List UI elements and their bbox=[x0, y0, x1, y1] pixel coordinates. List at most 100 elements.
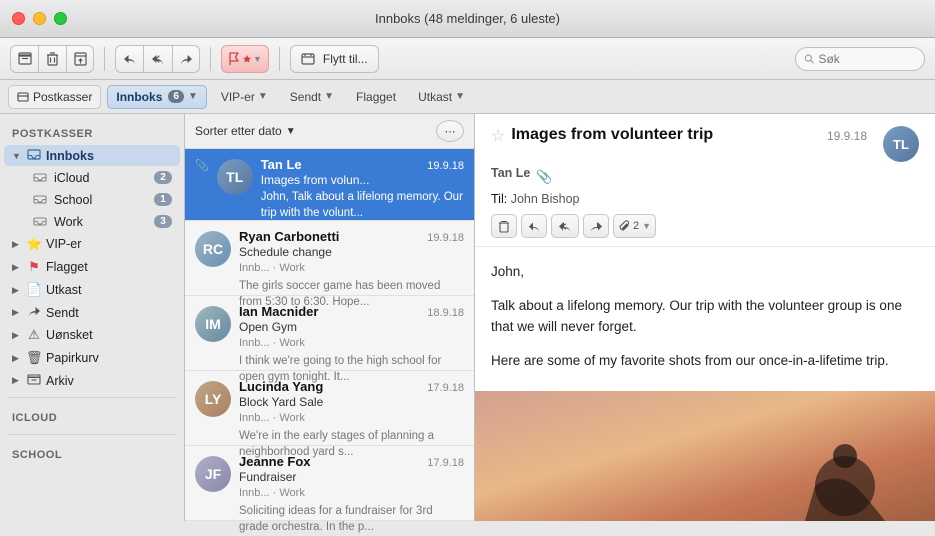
sidebar-item-papirkurv[interactable]: ▶ 🗑 Papirkurv bbox=[4, 347, 180, 369]
reading-trash-button[interactable] bbox=[491, 214, 517, 238]
move-label: Flytt til... bbox=[323, 52, 368, 66]
subject-4: Fundraiser bbox=[239, 470, 464, 484]
archive-button[interactable] bbox=[10, 45, 38, 73]
reading-pane: ☆ Images from volunteer trip 19.9.18 TL … bbox=[475, 114, 935, 521]
filter-button[interactable]: ⋯ bbox=[436, 120, 464, 142]
sidebar-divider2 bbox=[8, 434, 176, 435]
viper-chevron: ▼ bbox=[258, 91, 268, 102]
tab-utkast[interactable]: Utkast ▼ bbox=[410, 86, 473, 108]
mail-item-3[interactable]: LY Lucinda Yang 17.9.18 Block Yard Sale … bbox=[185, 371, 474, 446]
main-area: Postkasser ▼ Innboks iCloud 2 School 1 bbox=[0, 114, 935, 521]
toolbar: ▼ Flytt til... bbox=[0, 38, 935, 80]
mail-content-4: Jeanne Fox 17.9.18 Fundraiser Innb... · … bbox=[239, 454, 464, 512]
forward-button[interactable] bbox=[172, 45, 200, 73]
utkast-label: Utkast bbox=[46, 283, 172, 297]
subject-2: Open Gym bbox=[239, 320, 464, 334]
school-section-title: School bbox=[0, 441, 184, 465]
avatar-3: LY bbox=[195, 381, 231, 417]
sender-0: Tan Le bbox=[261, 157, 302, 172]
avatar-1: RC bbox=[195, 231, 231, 267]
viper-icon: ⭐ bbox=[26, 236, 42, 252]
archive2-button[interactable] bbox=[66, 45, 94, 73]
search-box[interactable] bbox=[795, 47, 925, 71]
sidebar-item-arkiv[interactable]: ▶ Arkiv bbox=[4, 370, 180, 391]
reading-reply-button[interactable] bbox=[521, 214, 547, 238]
reading-attachment-button[interactable]: 2 ▼ bbox=[613, 214, 656, 238]
tab-postkasser[interactable]: Postkasser bbox=[8, 85, 101, 109]
school-badge: 1 bbox=[154, 193, 172, 206]
sidebar-item-utkast[interactable]: ▶ 📄 Utkast bbox=[4, 279, 180, 301]
innboks-badge: 6 bbox=[168, 90, 184, 103]
search-input[interactable] bbox=[818, 52, 916, 66]
postkasser-title: Postkasser bbox=[0, 120, 184, 144]
papirkurv-icon: 🗑 bbox=[26, 350, 42, 366]
attach-count: 2 bbox=[633, 220, 639, 232]
star-button[interactable]: ☆ bbox=[491, 126, 505, 146]
tab-sendt[interactable]: Sendt ▼ bbox=[282, 86, 342, 108]
mail-content-3: Lucinda Yang 17.9.18 Block Yard Sale Inn… bbox=[239, 379, 464, 437]
papirkurv-label: Papirkurv bbox=[46, 351, 172, 365]
sidebar-item-work[interactable]: Work 3 bbox=[4, 211, 180, 232]
reading-date: 19.9.18 bbox=[827, 129, 867, 143]
mail-list: Sorter etter dato ▼ ⋯ 📎 TL Tan Le 19.9.1… bbox=[185, 114, 475, 521]
sidebar-item-flagget[interactable]: ▶ ⚑ Flagget bbox=[4, 256, 180, 278]
sidebar-item-uonsket[interactable]: ▶ ⚠ Uønsket bbox=[4, 324, 180, 346]
tab-innboks[interactable]: Innboks 6 ▼ bbox=[107, 85, 206, 109]
sidebar-item-sendt[interactable]: ▶ Sendt bbox=[4, 302, 180, 323]
separator1 bbox=[104, 47, 105, 71]
reading-reply-all-button[interactable] bbox=[551, 214, 579, 238]
sendt-icon bbox=[26, 305, 42, 320]
viper-triangle: ▶ bbox=[12, 239, 22, 250]
sort-chevron: ▼ bbox=[286, 126, 296, 137]
sender-1: Ryan Carbonetti bbox=[239, 229, 339, 244]
viper-label: VIP-er bbox=[46, 237, 172, 251]
mail-content-0: Tan Le 19.9.18 Images from volun... John… bbox=[261, 157, 464, 212]
work-badge: 3 bbox=[154, 215, 172, 228]
titlebar: Innboks (48 meldinger, 6 uleste) bbox=[0, 0, 935, 38]
avatar-0: TL bbox=[217, 159, 253, 195]
reading-attachment-icon: 📎 bbox=[536, 169, 552, 185]
sidebar-item-school[interactable]: School 1 bbox=[4, 189, 180, 210]
arkiv-icon bbox=[26, 373, 42, 388]
arkiv-label: Arkiv bbox=[46, 374, 172, 388]
sidebar-item-icloud[interactable]: iCloud 2 bbox=[4, 167, 180, 188]
sidebar: Postkasser ▼ Innboks iCloud 2 School 1 bbox=[0, 114, 185, 521]
flag-chevron: ▼ bbox=[253, 54, 262, 64]
reading-avatar: TL bbox=[883, 126, 919, 162]
reading-forward-button[interactable] bbox=[583, 214, 609, 238]
preview-sub-1: Innb... · Work bbox=[239, 261, 464, 276]
reading-to: Til: John Bishop bbox=[491, 192, 919, 206]
flagget-label: Flagget bbox=[46, 260, 172, 274]
close-button[interactable] bbox=[12, 12, 25, 25]
icloud-icon bbox=[32, 170, 48, 185]
move-button[interactable]: Flytt til... bbox=[290, 45, 379, 73]
trash-button[interactable] bbox=[38, 45, 66, 73]
separator3 bbox=[279, 47, 280, 71]
reply-button[interactable] bbox=[115, 45, 143, 73]
archive-group bbox=[10, 45, 94, 73]
mail-item-1[interactable]: RC Ryan Carbonetti 19.9.18 Schedule chan… bbox=[185, 221, 474, 296]
mail-item-4[interactable]: JF Jeanne Fox 17.9.18 Fundraiser Innb...… bbox=[185, 446, 474, 521]
flagget-icon: ⚑ bbox=[26, 259, 42, 275]
preview-sub-2: Innb... · Work bbox=[239, 336, 464, 351]
tab-flagget[interactable]: Flagget bbox=[348, 86, 404, 108]
tab-viper[interactable]: VIP-er ▼ bbox=[213, 86, 276, 108]
maximize-button[interactable] bbox=[54, 12, 67, 25]
sender-2: Ian Macnider bbox=[239, 304, 318, 319]
innboks-triangle: ▼ bbox=[12, 151, 22, 161]
subject-1: Schedule change bbox=[239, 245, 464, 259]
reading-body1: Talk about a lifelong memory. Our trip w… bbox=[491, 295, 919, 338]
preview-0: John, Talk about a lifelong memory. Our … bbox=[261, 189, 464, 221]
sidebar-item-viper[interactable]: ▶ ⭐ VIP-er bbox=[4, 233, 180, 255]
tabbar: Postkasser Innboks 6 ▼ VIP-er ▼ Sendt ▼ … bbox=[0, 80, 935, 114]
minimize-button[interactable] bbox=[33, 12, 46, 25]
sendt-label: Sendt bbox=[46, 306, 172, 320]
sort-button[interactable]: Sorter etter dato ▼ bbox=[195, 124, 296, 138]
subject-3: Block Yard Sale bbox=[239, 395, 464, 409]
sidebar-item-innboks[interactable]: ▼ Innboks bbox=[4, 145, 180, 166]
mail-item-2[interactable]: IM Ian Macnider 18.9.18 Open Gym Innb...… bbox=[185, 296, 474, 371]
window-title: Innboks (48 meldinger, 6 uleste) bbox=[375, 11, 560, 26]
reply-all-button[interactable] bbox=[143, 45, 172, 73]
mail-item-0[interactable]: 📎 TL Tan Le 19.9.18 Images from volun...… bbox=[185, 149, 474, 221]
flag-button[interactable]: ▼ bbox=[221, 45, 269, 73]
